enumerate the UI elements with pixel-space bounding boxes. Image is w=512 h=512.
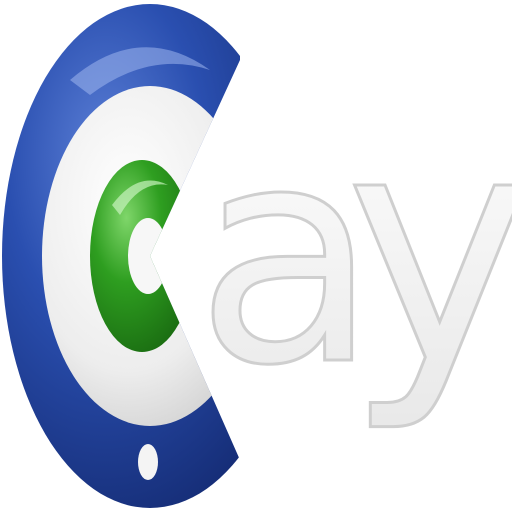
logo-canvas: a y xyxy=(0,0,512,512)
inner-hole xyxy=(128,218,168,294)
letter-y: y xyxy=(345,64,512,436)
bottom-dot xyxy=(138,444,158,480)
cay-logo: a y xyxy=(2,4,512,508)
